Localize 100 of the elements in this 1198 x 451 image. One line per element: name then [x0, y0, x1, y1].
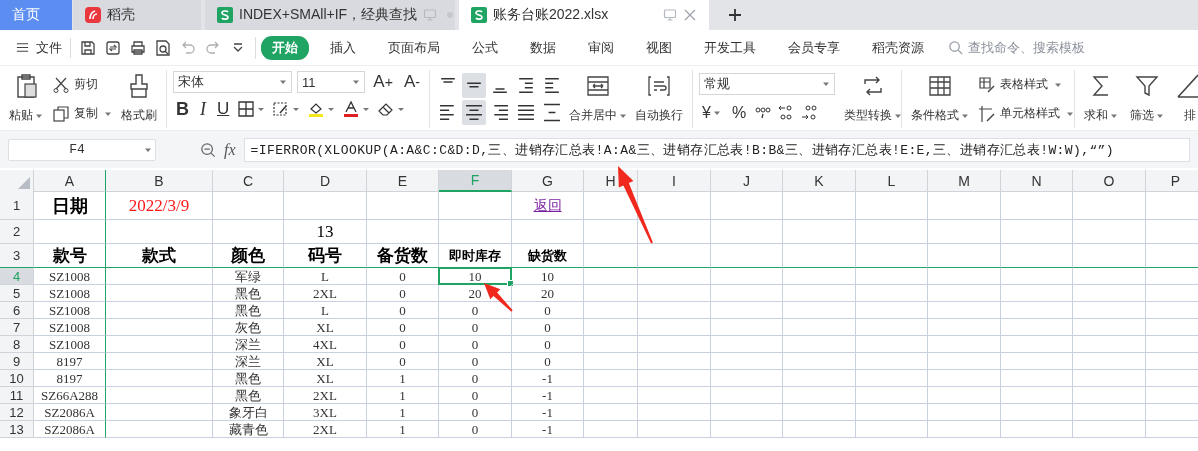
- document-tab[interactable]: INDEX+SMAll+IF，经典查找: [205, 0, 455, 30]
- ribbon-tab[interactable]: 数据: [519, 35, 567, 60]
- formula-field[interactable]: =IFERROR(XLOOKUP(A:A&C:C&D:D,三、进销存汇总表!A:A&三、进销存汇总表!B:B&三、进销存汇总表!E:E,三、进销存汇总表!W:W),“”): [243, 137, 1190, 162]
- alignment-button[interactable]: [462, 100, 486, 125]
- bold-button[interactable]: B: [173, 98, 192, 120]
- table-cell: [1001, 370, 1073, 387]
- table-cell: 0: [439, 370, 512, 387]
- format-painter-button[interactable]: 格式刷: [118, 70, 160, 128]
- ribbon-tab[interactable]: 开发工具: [693, 35, 767, 60]
- column-header[interactable]: K: [783, 170, 856, 192]
- table-cell: -1: [512, 370, 584, 387]
- table-cell: [584, 404, 638, 421]
- column-header[interactable]: M: [928, 170, 1001, 192]
- ribbon-tab[interactable]: 页面布局: [377, 35, 451, 60]
- italic-button[interactable]: I: [197, 98, 209, 120]
- column-header[interactable]: I: [638, 170, 711, 192]
- table-cell: 0: [367, 268, 439, 285]
- table-cell: XL: [284, 370, 367, 387]
- percent-button[interactable]: %: [728, 104, 750, 122]
- table-cell: [711, 244, 783, 268]
- ribbon-tab[interactable]: 审阅: [577, 35, 625, 60]
- table-cell: 10: [512, 268, 584, 285]
- currency-button[interactable]: ¥: [699, 104, 724, 122]
- zoom-icon[interactable]: [200, 141, 216, 158]
- table-cell: 4XL: [284, 336, 367, 353]
- table-cell: 2XL: [284, 285, 367, 302]
- decrease-decimal-icon[interactable]: [800, 104, 819, 122]
- save-icon[interactable]: [79, 38, 97, 57]
- column-header[interactable]: G: [512, 170, 584, 192]
- name-box[interactable]: F4: [8, 138, 156, 161]
- table-cell: SZ1008: [34, 285, 106, 302]
- table-cell: [584, 220, 638, 244]
- file-menu[interactable]: 文件: [0, 37, 71, 58]
- cell-style-button[interactable]: 单元格样式: [978, 104, 1074, 123]
- row-header[interactable]: 11: [0, 387, 34, 404]
- column-header[interactable]: O: [1073, 170, 1146, 192]
- conditional-format-button[interactable]: 条件格式: [908, 70, 972, 128]
- table-cell: 灰色: [213, 319, 284, 336]
- merge-center-button[interactable]: 合并居中: [566, 70, 630, 128]
- font-name-field[interactable]: 宋体: [173, 71, 292, 93]
- table-cell: [856, 192, 928, 220]
- number-format-field[interactable]: 常规: [699, 73, 835, 95]
- type-convert-button[interactable]: 类型转换: [841, 70, 905, 128]
- row-header[interactable]: 3: [0, 244, 34, 268]
- table-style-button[interactable]: 表格样式: [978, 75, 1074, 94]
- column-header[interactable]: B: [106, 170, 213, 192]
- table-cell: SZ1008: [34, 319, 106, 336]
- export-icon[interactable]: [104, 38, 122, 57]
- row-header[interactable]: 8: [0, 336, 34, 353]
- paste-button[interactable]: 粘贴: [6, 70, 46, 128]
- row-header[interactable]: 2: [0, 220, 34, 244]
- table-cell: [856, 220, 928, 244]
- wrap-text-button[interactable]: 自动换行: [632, 70, 686, 128]
- hyperlink[interactable]: 返回: [533, 196, 562, 215]
- font-size-field[interactable]: 11: [296, 71, 366, 93]
- column-header[interactable]: A: [34, 170, 106, 192]
- table-cell: L: [284, 302, 367, 319]
- ribbon-tab[interactable]: 公式: [461, 35, 509, 60]
- filter-button[interactable]: 筛选: [1127, 70, 1167, 128]
- new-tab-icon[interactable]: [727, 7, 743, 23]
- table-cell: [584, 285, 638, 302]
- ribbon-tab[interactable]: 会员专享: [777, 35, 851, 60]
- row-header[interactable]: 9: [0, 353, 34, 370]
- caret-icon: [278, 78, 287, 86]
- row-header[interactable]: 10: [0, 370, 34, 387]
- ribbon-tab[interactable]: 视图: [635, 35, 683, 60]
- column-header[interactable]: N: [1001, 170, 1073, 192]
- sum-button[interactable]: 求和: [1081, 70, 1121, 128]
- row-header[interactable]: 6: [0, 302, 34, 319]
- ribbon-tab[interactable]: 插入: [319, 35, 367, 60]
- print-preview-icon[interactable]: [154, 38, 172, 57]
- sort-button[interactable]: 排: [1173, 70, 1198, 128]
- row-header[interactable]: 1: [0, 192, 34, 220]
- document-tab[interactable]: 稻壳: [73, 0, 201, 30]
- table-cell: 0: [367, 353, 439, 370]
- print-icon[interactable]: [129, 38, 147, 57]
- cut-button[interactable]: 剪切: [52, 75, 112, 94]
- copy-button[interactable]: 复制: [52, 104, 112, 123]
- alignment-button[interactable]: [462, 73, 486, 98]
- ribbon-tab[interactable]: 稻壳资源: [861, 35, 935, 60]
- table-cell: [584, 336, 638, 353]
- table-cell: [1001, 404, 1073, 421]
- table-cell: 0: [439, 319, 512, 336]
- column-header[interactable]: D: [284, 170, 367, 192]
- function-button[interactable]: fx: [224, 140, 236, 159]
- column-header[interactable]: C: [213, 170, 284, 192]
- row-header[interactable]: 13: [0, 421, 34, 438]
- table-cell: [856, 404, 928, 421]
- row-header[interactable]: 12: [0, 404, 34, 421]
- table-cell: 0: [512, 353, 584, 370]
- table-brush-icon: [978, 75, 996, 94]
- column-header[interactable]: P: [1146, 170, 1198, 192]
- row-header[interactable]: 5: [0, 285, 34, 302]
- table-cell: 日期: [34, 192, 106, 220]
- spreadsheet-logo-icon: [471, 7, 487, 23]
- column-header[interactable]: J: [711, 170, 783, 192]
- row-header[interactable]: 7: [0, 319, 34, 336]
- command-search-field[interactable]: 查找命令、搜索模板: [948, 39, 1120, 56]
- underline-button[interactable]: U: [214, 99, 233, 119]
- column-header[interactable]: L: [856, 170, 928, 192]
